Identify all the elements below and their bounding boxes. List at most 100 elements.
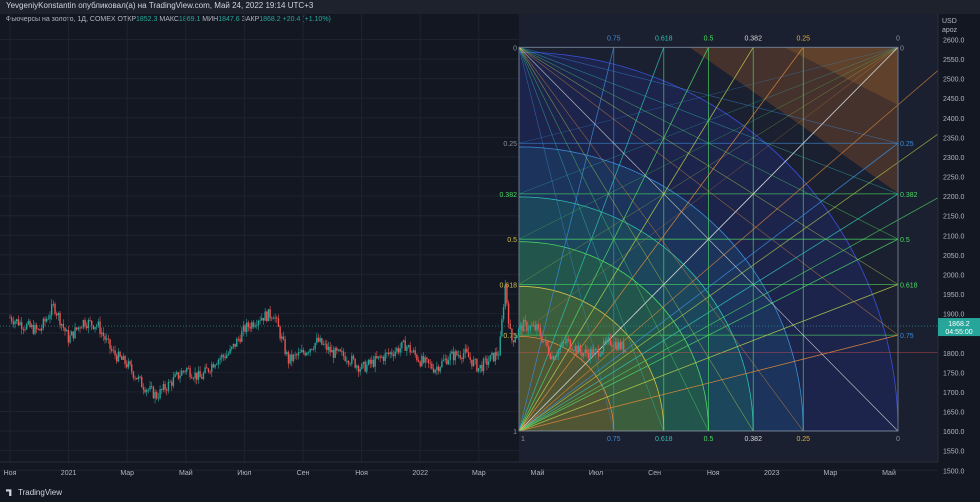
candle-body: [617, 342, 620, 350]
candle-body: [172, 377, 175, 386]
candle-body: [376, 356, 378, 359]
candle-body: [441, 360, 443, 368]
candle-body: [407, 345, 410, 347]
fib-label-right: 0.75: [900, 333, 914, 340]
candle-body: [389, 352, 391, 354]
candle-body: [484, 358, 486, 360]
fib-label-bottom: 0: [896, 436, 900, 443]
candle-body: [109, 339, 111, 349]
candle-body: [519, 325, 521, 329]
fib-label-left: 0.382: [499, 192, 517, 199]
time-tick: Мар: [824, 470, 838, 477]
candle-body: [346, 360, 348, 362]
candle-body: [287, 352, 290, 364]
candle-body: [447, 360, 450, 365]
candle-body: [12, 321, 15, 325]
candle-body: [176, 372, 178, 375]
candle-body: [167, 381, 170, 391]
candle-body: [231, 346, 233, 349]
candle-body: [226, 354, 228, 359]
candle-body: [322, 344, 325, 345]
candle-body: [354, 358, 356, 368]
candle-body: [74, 327, 76, 339]
last-price-value: 1868.2: [948, 321, 970, 328]
fib-label-top: 0.25: [796, 35, 810, 42]
candle-body: [504, 284, 506, 308]
candle-body: [419, 361, 421, 367]
time-tick: Май: [179, 469, 193, 477]
candle-body: [24, 329, 26, 330]
fib-label-left: 0.5: [507, 237, 517, 244]
candle-body: [131, 364, 133, 372]
candle-body: [246, 322, 248, 332]
candle-body: [612, 346, 615, 348]
candle-body: [211, 364, 213, 372]
candle-body: [27, 321, 30, 325]
candle-body: [212, 364, 215, 368]
candle-body: [471, 359, 473, 367]
candle-body: [516, 335, 518, 339]
fib-label-top: 0.75: [607, 35, 621, 42]
candle-body: [102, 332, 105, 337]
candle-body: [47, 318, 50, 320]
price-tick: 1950.0: [943, 292, 965, 299]
fib-label-top: 0.5: [704, 35, 714, 42]
candle-body: [17, 319, 20, 326]
candle-body: [129, 361, 131, 365]
fib-label-bottom: 0.25: [796, 436, 810, 443]
candle-body: [67, 330, 70, 343]
candle-body: [196, 372, 198, 380]
price-axis-sub: apoz: [942, 27, 958, 34]
fib-label-right: 0: [900, 45, 904, 52]
candle-body: [50, 304, 53, 316]
candle-body: [339, 349, 341, 352]
candle-body: [222, 355, 225, 357]
candle-body: [559, 346, 561, 350]
candle-body: [511, 328, 513, 341]
candle-body: [587, 352, 590, 359]
candle-body: [367, 359, 370, 365]
candle-body: [39, 329, 41, 331]
candle-body: [522, 319, 525, 332]
price-tick: 2200.0: [943, 194, 965, 201]
candle-body: [432, 368, 435, 373]
candle-body: [622, 342, 625, 353]
candle-body: [332, 349, 335, 358]
fib-label-right: 0.618: [900, 282, 918, 289]
candle-body: [546, 340, 548, 347]
candle-body: [331, 349, 333, 353]
candle-body: [139, 376, 141, 378]
fib-label-bottom: 1: [521, 436, 525, 443]
candle-body: [49, 315, 51, 319]
tradingview-logo[interactable]: TradingView: [6, 488, 62, 497]
candle-body: [142, 387, 145, 390]
candle-body: [284, 339, 286, 355]
candle-body: [209, 371, 211, 373]
candle-body: [197, 371, 200, 380]
time-tick: Мар: [120, 470, 134, 477]
price-tick: 2050.0: [943, 253, 965, 260]
candle-body: [602, 340, 605, 352]
candle-body: [517, 328, 520, 336]
candle-body: [594, 349, 596, 350]
price-chart[interactable]: 0.75 0.618 0.5 0.382 0.25 0 1 0.75 0.618 0.5 0.382…: [0, 14, 980, 486]
candle-body: [291, 354, 293, 361]
candle-body: [474, 359, 476, 360]
candle-body: [424, 357, 426, 363]
candle-body: [10, 317, 13, 322]
candle-body: [542, 341, 545, 343]
candle-body: [244, 325, 246, 332]
candle-body: [486, 358, 488, 365]
candle-body: [182, 370, 185, 372]
candle-body: [576, 345, 578, 354]
candle-body: [97, 321, 100, 326]
candle-body: [166, 389, 168, 391]
candle-body: [324, 343, 326, 345]
price-tick: 2100.0: [943, 233, 965, 240]
bar-countdown: 04:55:00: [945, 329, 972, 336]
candle-body: [60, 324, 63, 326]
candle-body: [462, 353, 465, 360]
candle-body: [82, 320, 85, 328]
candle-body: [64, 327, 66, 332]
fib-label-bottom: 0.75: [607, 436, 621, 443]
